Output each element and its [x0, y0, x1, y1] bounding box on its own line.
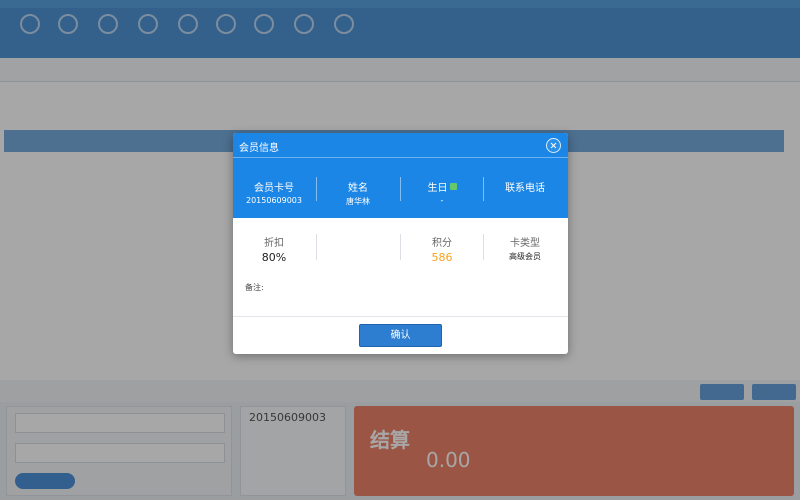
- member-stats-row: 折扣 80% 积分 586 卡类型 高级会员: [233, 218, 568, 278]
- member-info-band: 会员卡号 20150609003 姓名 唐华林 生日 - 联系电话: [233, 158, 568, 218]
- phone-cell: 联系电话: [484, 158, 566, 218]
- card-number-label: 会员卡号: [254, 183, 294, 194]
- member-info-dialog: 会员信息 会员卡号 20150609003 姓名 唐华林 生日 - 联系电话 折…: [233, 133, 568, 354]
- birthday-cell: 生日 -: [401, 158, 483, 218]
- name-cell: 姓名 唐华林: [317, 158, 399, 218]
- name-label: 姓名: [348, 183, 368, 194]
- birthday-badge-icon: [449, 183, 457, 190]
- card-type-value: 高级会员: [509, 252, 541, 261]
- birthday-label-wrap: 生日: [401, 179, 483, 194]
- points-cell: 积分 586: [401, 218, 483, 278]
- discount-cell: 折扣 80%: [233, 218, 315, 278]
- card-number-cell: 会员卡号 20150609003: [233, 158, 315, 218]
- card-number-value: 20150609003: [246, 196, 302, 205]
- points-value: 586: [431, 251, 453, 264]
- birthday-label: 生日: [427, 183, 448, 194]
- dialog-header: 会员信息: [233, 133, 568, 158]
- discount-label: 折扣: [264, 238, 284, 249]
- confirm-button[interactable]: 确认: [359, 324, 442, 347]
- close-icon[interactable]: [546, 138, 561, 153]
- name-value: 唐华林: [346, 197, 370, 206]
- card-type-label: 卡类型: [510, 238, 540, 249]
- remark-label: 备注:: [245, 283, 264, 292]
- phone-label: 联系电话: [505, 183, 545, 194]
- footer-divider: [233, 316, 568, 317]
- dialog-title: 会员信息: [239, 143, 279, 154]
- points-label: 积分: [432, 238, 452, 249]
- discount-value: 80%: [261, 251, 287, 264]
- card-type-cell: 卡类型 高级会员: [484, 218, 566, 278]
- empty-cell: [317, 218, 399, 278]
- birthday-value: -: [440, 196, 444, 205]
